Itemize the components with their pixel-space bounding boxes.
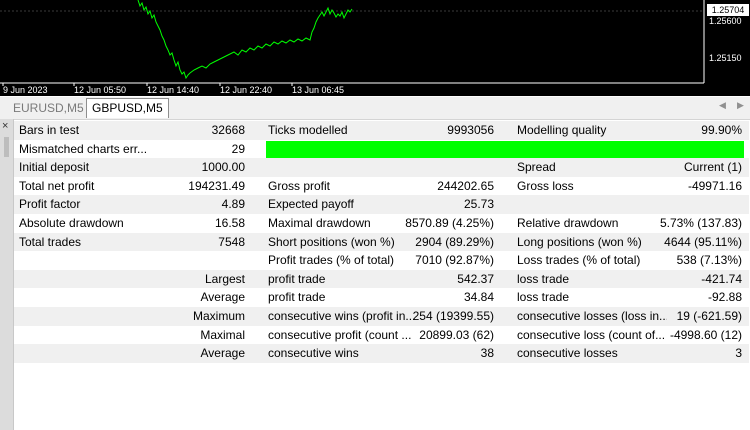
report-value: -49971.16	[687, 178, 742, 193]
report-label: Profit factor	[19, 197, 81, 212]
tab-gbpusd-m5[interactable]: GBPUSD,M5	[86, 98, 169, 118]
report-value: 5.73% (137.83)	[659, 215, 742, 230]
price-chart[interactable]: 1.25600 1.25150 9 Jun 2023 12 Jun 05:50 12 …	[0, 0, 750, 96]
report-value: 7010 (92.87%)	[415, 253, 494, 268]
report-label: Bars in test	[19, 123, 80, 137]
report-label: Initial deposit	[19, 160, 90, 175]
report-value: 4.89	[221, 197, 245, 212]
report-value: 3	[735, 346, 742, 361]
price-chart-canvas: 1.25600 1.25150 9 Jun 2023 12 Jun 05:50 12 …	[0, 0, 742, 95]
time-axis-label: 12 Jun 14:40	[147, 85, 199, 95]
tab-scroll-left-icon[interactable]: ◀	[719, 100, 726, 111]
report-value: -4998.60 (12)	[669, 327, 742, 342]
report-value: 99.90%	[701, 123, 742, 137]
time-axis-label: 12 Jun 22:40	[220, 85, 272, 95]
report-row: Maximal consecutive profit (count ... 2089…	[14, 326, 749, 345]
report-row: Total trades 7548 Short positions (won %) 2…	[14, 232, 749, 252]
backtest-report-table: Bars in test 32668 Ticks modelled 9993056 Mo…	[14, 121, 749, 363]
symbol-tab-bar: EURUSD,M5 GBPUSD,M5 ◀ ▶	[0, 96, 750, 120]
report-value: -421.74	[701, 271, 742, 286]
report-row: Maximum consecutive wins (profit in... 254…	[14, 306, 749, 326]
report-row: Profit factor 4.89 Expected payoff 25.73	[14, 195, 749, 214]
report-label: Total net profit	[19, 178, 95, 193]
report-value: 19 (-621.59)	[676, 308, 742, 323]
report-row: Bars in test 32668 Ticks modelled 9993056 Mo…	[14, 121, 749, 140]
report-value: 538 (7.13%)	[676, 253, 742, 268]
report-group-label: Maximum	[192, 308, 245, 323]
price-axis: 1.25600 1.25150	[709, 16, 742, 63]
report-value	[614, 195, 742, 214]
current-price-tag: 1.25704	[707, 4, 749, 16]
report-row: Total net profit 194231.49 Gross profit 244…	[14, 177, 749, 196]
report-value: 29	[231, 141, 245, 156]
report-group-label: Largest	[204, 271, 245, 286]
tester-side-strip: ×	[0, 119, 14, 430]
report-row: Average profit trade 34.84 loss trade -92.88	[14, 288, 749, 307]
report-value: Current (1)	[683, 160, 742, 175]
time-axis-label: 13 Jun 06:45	[292, 85, 344, 95]
report-value: 20899.03 (62)	[419, 327, 494, 342]
report-value: 4644 (95.11%)	[664, 234, 742, 249]
report-value: 25.73	[463, 197, 494, 212]
report-value: 34.84	[463, 290, 494, 305]
report-label: Absolute drawdown	[19, 215, 124, 230]
report-value: 9993056	[447, 123, 494, 137]
tab-eurusd-m5[interactable]: EURUSD,M5	[8, 100, 89, 117]
price-axis-label: 1.25600	[709, 16, 742, 26]
report-value: 542.37	[457, 271, 494, 286]
report-row: Average consecutive wins 38 consecutive los…	[14, 344, 749, 363]
report-value: 38	[480, 346, 494, 361]
report-value: -92.88	[707, 290, 742, 305]
report-group-label: Average	[200, 290, 245, 305]
report-label: Total trades	[19, 234, 82, 249]
panel-grip-handle[interactable]	[4, 137, 9, 157]
report-group-label: Maximal	[200, 327, 245, 342]
price-axis-label: 1.25150	[709, 53, 742, 63]
report-label: Mismatched charts err...	[19, 141, 148, 156]
report-value: 254 (19399.55)	[412, 308, 494, 323]
time-axis-label: 9 Jun 2023	[3, 85, 48, 95]
report-row: Initial deposit 1000.00 Spread Current (1)	[14, 158, 749, 177]
report-row: Mismatched charts err... 29	[14, 140, 749, 159]
report-value: 16.58	[214, 215, 245, 230]
modelling-quality-bar	[266, 140, 744, 158]
report-value	[144, 251, 245, 270]
price-line	[137, 0, 353, 80]
time-axis-label: 12 Jun 05:50	[74, 85, 126, 95]
report-row: Profit trades (% of total) 7010 (92.87%) L…	[14, 251, 749, 270]
report-row: Absolute drawdown 16.58 Maximal drawdown 85…	[14, 214, 749, 233]
tab-scroll-right-icon[interactable]: ▶	[737, 100, 744, 111]
close-icon[interactable]: ×	[2, 120, 8, 132]
report-row: Largest profit trade 542.37 loss trade -421.…	[14, 269, 749, 289]
report-value: 32668	[211, 123, 245, 137]
report-value: 8570.89 (4.25%)	[405, 215, 494, 230]
time-axis: 9 Jun 2023 12 Jun 05:50 12 Jun 14:40 12 Jun…	[2, 83, 344, 95]
report-value: 194231.49	[188, 178, 245, 193]
report-label	[19, 251, 159, 270]
report-group-label: Average	[200, 346, 245, 361]
report-value: 7548	[218, 234, 245, 249]
report-value	[379, 158, 494, 177]
report-value: 2904 (89.29%)	[415, 234, 494, 249]
report-value: 1000.00	[201, 160, 245, 175]
report-value: 244202.65	[437, 178, 494, 193]
